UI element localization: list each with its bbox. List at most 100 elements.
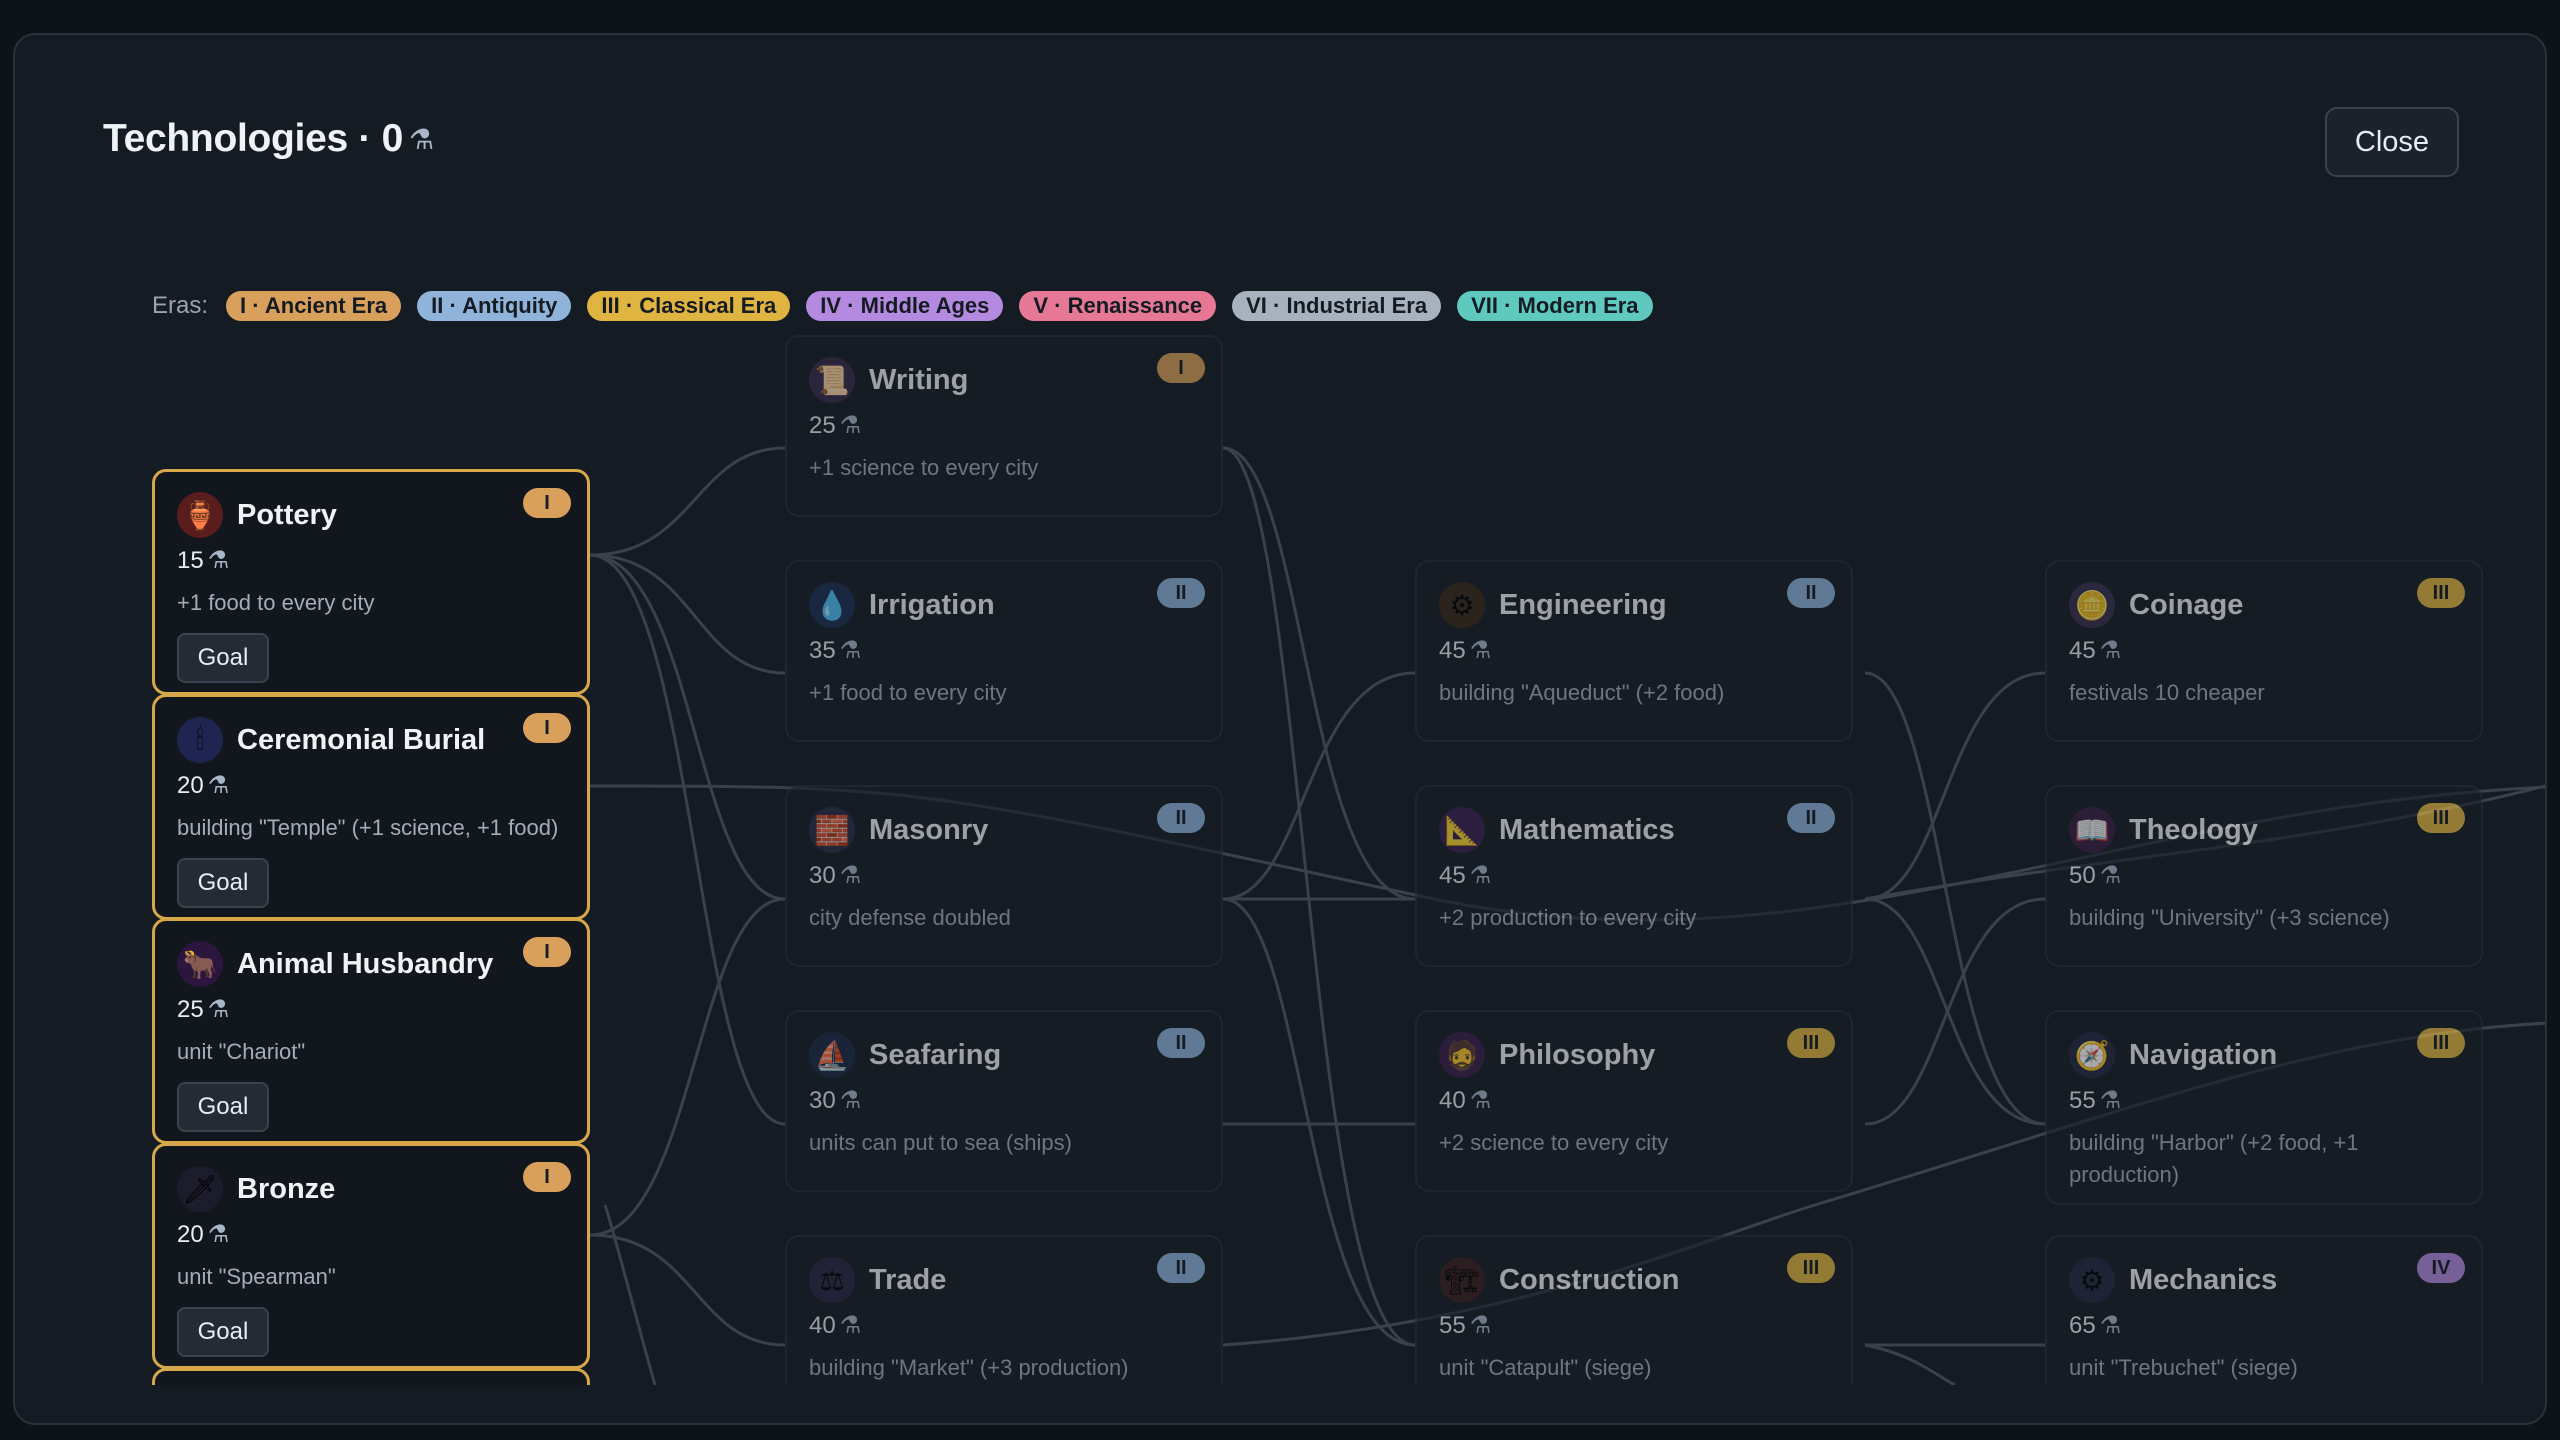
tech-cost: 15 ⚗	[177, 546, 565, 575]
science-icon: ⚗	[2099, 862, 2122, 889]
tech-cost: 45 ⚗	[2069, 636, 2459, 665]
tech-header: 🧔 Philosophy	[1439, 1030, 1829, 1080]
tech-card-mathematics[interactable]: II 📐 Mathematics 45 ⚗ +2 production to every …	[1415, 785, 1853, 967]
tech-card-engineering[interactable]: II ⚙ Engineering 45 ⚗ building "Aqueduct" (+2…	[1415, 560, 1853, 742]
tech-card-mechanics[interactable]: IV ⚙ Mechanics 65 ⚗ unit "Trebuchet" (siege)	[2045, 1235, 2483, 1385]
tech-card-writing[interactable]: I 📜 Writing 25 ⚗ +1 science to every city	[785, 335, 1223, 517]
era-badge: III	[2417, 578, 2465, 608]
tech-header: 🐂 Animal Husbandry	[177, 939, 565, 989]
goal-button[interactable]: Goal	[177, 1307, 269, 1357]
tech-card-masonry[interactable]: II 🧱 Masonry 30 ⚗ city defense doubled	[785, 785, 1223, 967]
tech-card-construction[interactable]: III 🏗 Construction 55 ⚗ unit "Catapult" (sieg…	[1415, 1235, 1853, 1385]
era-pill-renaissance: V · Renaissance	[1019, 291, 1217, 321]
tech-card-philosophy[interactable]: III 🧔 Philosophy 40 ⚗ +2 science to every cit…	[1415, 1010, 1853, 1192]
tech-name: Trade	[869, 1263, 947, 1296]
era-legend: Eras: I · Ancient Era II · Antiquity III…	[152, 291, 1653, 321]
tech-description: festivals 10 cheaper	[2069, 680, 2265, 705]
goal-button[interactable]: Goal	[177, 858, 269, 908]
science-icon: ⚗	[409, 123, 434, 155]
science-icon: ⚗	[207, 1221, 230, 1248]
tech-name: Engineering	[1499, 588, 1667, 621]
science-icon: ⚗	[1469, 1087, 1492, 1114]
tech-card-burial[interactable]: I 🕯 Ceremonial Burial 20 ⚗ building "Temple" …	[152, 694, 590, 920]
tech-cost-value: 55	[2069, 1087, 2096, 1114]
era-pill-modern: VII · Modern Era	[1457, 291, 1653, 321]
water-icon: 💧	[809, 582, 855, 628]
tech-description: building "Temple" (+1 science, +1 food)	[177, 815, 559, 840]
tech-cost: 30 ⚗	[809, 861, 1199, 890]
tech-description: +1 food to every city	[809, 680, 1007, 705]
tech-name: Animal Husbandry	[237, 947, 494, 980]
era-badge: II	[1157, 1253, 1205, 1283]
tech-cost: 55 ⚗	[2069, 1086, 2459, 1115]
tech-name: Mechanics	[2129, 1263, 2278, 1296]
tech-cost-value: 15	[177, 547, 204, 574]
spear-icon: 🗡	[177, 1166, 223, 1212]
tech-tree[interactable]: I 🏺 Pottery 15 ⚗ +1 food to every city Goal I 🕯 C…	[15, 335, 2545, 1385]
era-pill-classical: III · Classical Era	[587, 291, 791, 321]
philosopher-icon: 🧔	[1439, 1032, 1485, 1078]
tech-header: 📜 Writing	[809, 355, 1199, 405]
tech-header: 🏺 Pottery	[177, 490, 565, 540]
scroll-icon: 📜	[809, 357, 855, 403]
era-badge: I	[523, 937, 571, 967]
era-badge: II	[1157, 803, 1205, 833]
science-icon: ⚗	[839, 1312, 862, 1339]
tech-description: +2 production to every city	[1439, 905, 1697, 930]
science-icon: ⚗	[207, 996, 230, 1023]
tech-cost: 55 ⚗	[1439, 1311, 1829, 1340]
tech-cost: 45 ⚗	[1439, 636, 1829, 665]
tech-header: 🗡 Bronze	[177, 1164, 565, 1214]
science-icon: ⚗	[1469, 637, 1492, 664]
tech-description: building "University" (+3 science)	[2069, 905, 2390, 930]
tech-card-navigation[interactable]: III 🧭 Navigation 55 ⚗ building "Harbor" (+2 f…	[2045, 1010, 2483, 1205]
tech-header: ⚙ Mechanics	[2069, 1255, 2459, 1305]
tech-header: 📐 Mathematics	[1439, 805, 1829, 855]
tech-name: Navigation	[2129, 1038, 2278, 1071]
tech-cost-value: 30	[809, 1087, 836, 1114]
tech-card-theology[interactable]: III 📖 Theology 50 ⚗ building "University" (+3…	[2045, 785, 2483, 967]
tech-cost-value: 45	[1439, 637, 1466, 664]
tech-description: +1 science to every city	[809, 455, 1039, 480]
era-pill-industrial: VI · Industrial Era	[1232, 291, 1442, 321]
tech-name: Coinage	[2129, 588, 2244, 621]
science-icon: ⚗	[2099, 1312, 2122, 1339]
pottery-icon: 🏺	[177, 492, 223, 538]
tech-cost: 25 ⚗	[177, 995, 565, 1024]
tech-description: building "Aqueduct" (+2 food)	[1439, 680, 1725, 705]
tech-description: unit "Trebuchet" (siege)	[2069, 1355, 2298, 1380]
tech-card-seafaring[interactable]: II ⛵ Seafaring 30 ⚗ units can put to sea (shi…	[785, 1010, 1223, 1192]
goal-button[interactable]: Goal	[177, 1082, 269, 1132]
tech-card-bronze[interactable]: I 🗡 Bronze 20 ⚗ unit "Spearman" Goal	[152, 1143, 590, 1369]
tech-cost-value: 30	[809, 862, 836, 889]
science-icon: ⚗	[1469, 862, 1492, 889]
tech-card-pottery[interactable]: I 🏺 Pottery 15 ⚗ +1 food to every city Goal	[152, 469, 590, 695]
tech-cost-value: 45	[2069, 637, 2096, 664]
tech-card-partial[interactable]: I	[152, 1368, 590, 1385]
goal-button[interactable]: Goal	[177, 633, 269, 683]
era-badge: III	[2417, 803, 2465, 833]
tech-name: Bronze	[237, 1172, 336, 1205]
tech-header: ⚖ Trade	[809, 1255, 1199, 1305]
tech-description: unit "Catapult" (siege)	[1439, 1355, 1652, 1380]
coin-icon: 🪙	[2069, 582, 2115, 628]
era-badge: I	[523, 488, 571, 518]
science-icon: ⚗	[2099, 1087, 2122, 1114]
tech-header: 🪙 Coinage	[2069, 580, 2459, 630]
tech-name: Construction	[1499, 1263, 1680, 1296]
science-icon: ⚗	[207, 772, 230, 799]
tech-card-irrigation[interactable]: II 💧 Irrigation 35 ⚗ +1 food to every city	[785, 560, 1223, 742]
era-badge: III	[1787, 1253, 1835, 1283]
science-icon: ⚗	[839, 412, 862, 439]
tech-cost: 40 ⚗	[809, 1311, 1199, 1340]
tech-description: units can put to sea (ships)	[809, 1130, 1072, 1155]
tech-card-coinage[interactable]: III 🪙 Coinage 45 ⚗ festivals 10 cheaper	[2045, 560, 2483, 742]
close-button[interactable]: Close	[2325, 107, 2459, 177]
tech-cost: 65 ⚗	[2069, 1311, 2459, 1340]
tech-name: Writing	[869, 363, 969, 396]
era-badge: I	[523, 713, 571, 743]
scales-icon: ⚖	[809, 1257, 855, 1303]
tech-card-trade[interactable]: II ⚖ Trade 40 ⚗ building "Market" (+3 product…	[785, 1235, 1223, 1385]
tech-header: 🕯 Ceremonial Burial	[177, 715, 565, 765]
tech-card-husbandry[interactable]: I 🐂 Animal Husbandry 25 ⚗ unit "Chariot" Goal	[152, 918, 590, 1144]
